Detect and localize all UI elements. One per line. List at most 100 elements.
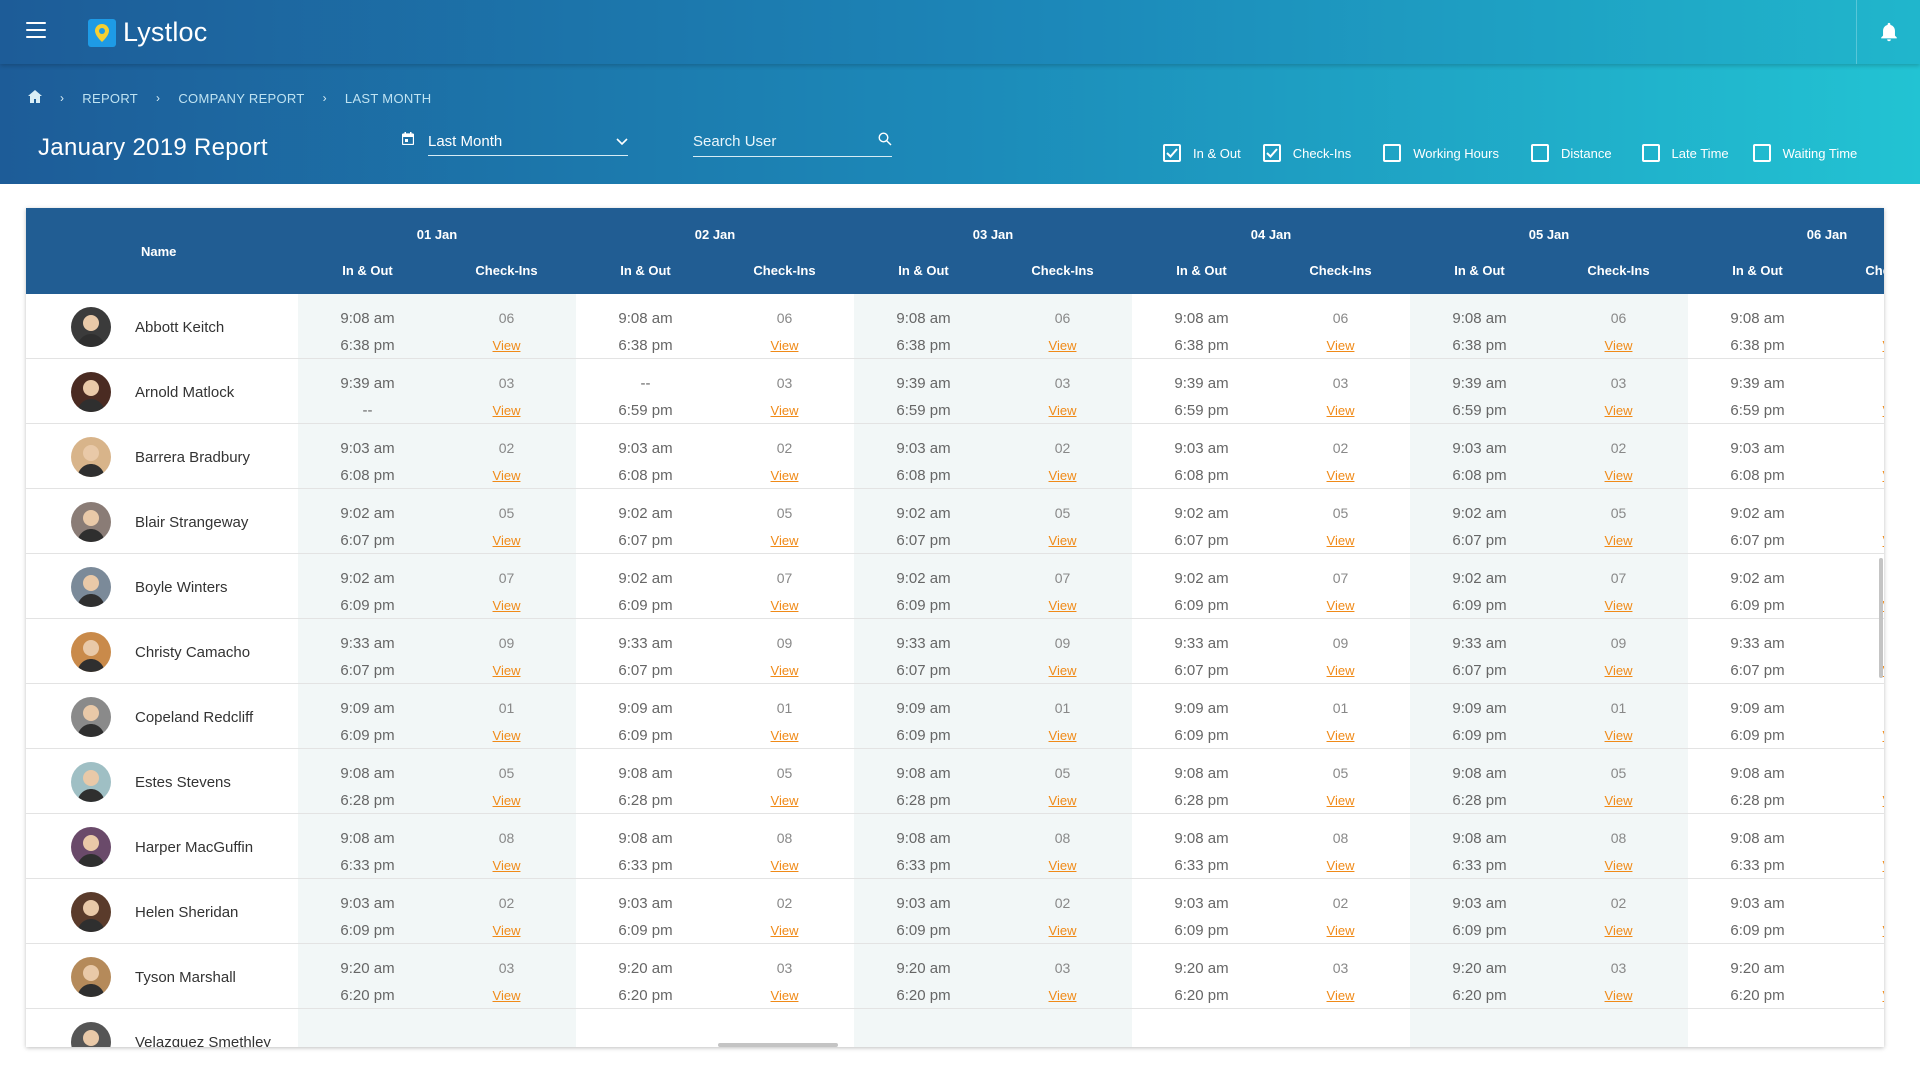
view-link[interactable]: View — [715, 462, 854, 489]
search-input[interactable] — [693, 133, 863, 150]
avatar[interactable] — [71, 827, 111, 867]
horizontal-scrollbar[interactable] — [718, 1043, 838, 1047]
table-row[interactable]: Tyson Marshall 9:20 am 6:20 pm 03 View 9:20 a… — [26, 944, 1884, 1009]
view-link[interactable]: View — [437, 462, 576, 489]
view-link[interactable]: View — [1549, 527, 1688, 554]
view-link[interactable]: View — [1549, 657, 1688, 684]
table-row[interactable]: Estes Stevens 9:08 am 6:28 pm 05 View 9:08 am… — [26, 749, 1884, 814]
view-link[interactable]: View — [993, 982, 1132, 1009]
view-link[interactable]: View — [437, 332, 576, 359]
checkbox-unchecked-icon[interactable] — [1641, 144, 1660, 162]
view-link[interactable]: View — [1827, 722, 1884, 749]
view-link[interactable]: View — [1271, 982, 1410, 1009]
user-name[interactable]: Abbott Keitch — [135, 319, 224, 336]
user-name[interactable]: Arnold Matlock — [135, 384, 234, 401]
table-row[interactable]: Copeland Redcliff 9:09 am 6:09 pm 01 View 9:0… — [26, 684, 1884, 749]
avatar[interactable] — [71, 1022, 111, 1047]
view-link[interactable]: View — [437, 787, 576, 814]
view-link[interactable]: View — [1827, 852, 1884, 879]
table-row[interactable]: Abbott Keitch 9:08 am 6:38 pm 06 View 9:08 am… — [26, 294, 1884, 359]
view-link[interactable]: View — [437, 397, 576, 424]
checkbox-checked-icon[interactable] — [1262, 144, 1281, 162]
view-link[interactable]: View — [715, 397, 854, 424]
view-link[interactable]: View — [715, 592, 854, 619]
breadcrumb-report[interactable]: REPORT — [82, 91, 138, 106]
view-link[interactable]: View — [1549, 852, 1688, 879]
table-row[interactable]: Helen Sheridan 9:03 am 6:09 pm 02 View 9:03 a… — [26, 879, 1884, 944]
user-name[interactable]: Estes Stevens — [135, 774, 231, 791]
user-name[interactable]: Blair Strangeway — [135, 514, 248, 531]
menu-icon[interactable] — [26, 22, 46, 38]
view-link[interactable]: View — [1271, 592, 1410, 619]
breadcrumb-company-report[interactable]: COMPANY REPORT — [178, 91, 304, 106]
table-row[interactable]: Boyle Winters 9:02 am 6:09 pm 07 View 9:02 am… — [26, 554, 1884, 619]
view-link[interactable]: View — [1271, 462, 1410, 489]
view-link[interactable]: View — [1549, 787, 1688, 814]
user-name[interactable]: Christy Camacho — [135, 644, 250, 661]
view-link[interactable]: View — [1549, 722, 1688, 749]
checkbox-unchecked-icon[interactable] — [1530, 144, 1549, 162]
view-link[interactable]: View — [715, 657, 854, 684]
avatar[interactable] — [71, 372, 111, 412]
view-link[interactable]: View — [437, 852, 576, 879]
filter-check-ins[interactable]: Check-Ins — [1262, 144, 1351, 162]
name-column-header[interactable]: Name — [141, 244, 176, 259]
view-link[interactable]: View — [1549, 332, 1688, 359]
view-link[interactable]: View — [1271, 332, 1410, 359]
view-link[interactable]: View — [1271, 722, 1410, 749]
avatar[interactable] — [71, 632, 111, 672]
checkbox-checked-icon[interactable] — [1163, 144, 1181, 162]
view-link[interactable]: View — [993, 787, 1132, 814]
view-link[interactable]: View — [1827, 657, 1884, 684]
view-link[interactable]: View — [437, 722, 576, 749]
view-link[interactable]: View — [715, 982, 854, 1009]
checkbox-unchecked-icon[interactable] — [1752, 144, 1771, 162]
view-link[interactable]: View — [437, 657, 576, 684]
table-row[interactable]: Arnold Matlock 9:39 am -- 03 View -- 6:59 pm 03… — [26, 359, 1884, 424]
view-link[interactable]: View — [993, 852, 1132, 879]
checkbox-unchecked-icon[interactable] — [1383, 144, 1402, 162]
view-link[interactable]: View — [993, 397, 1132, 424]
view-link[interactable]: View — [1827, 462, 1884, 489]
filter-working-hours[interactable]: Working Hours — [1383, 144, 1499, 162]
view-link[interactable]: View — [1271, 397, 1410, 424]
view-link[interactable]: View — [993, 332, 1132, 359]
avatar[interactable] — [71, 892, 111, 932]
home-icon[interactable] — [28, 90, 42, 106]
view-link[interactable]: View — [993, 592, 1132, 619]
view-link[interactable]: View — [1549, 462, 1688, 489]
table-row[interactable]: Velazquez Smethley — [26, 1009, 1884, 1047]
filter-distance[interactable]: Distance — [1530, 144, 1612, 162]
view-link[interactable]: View — [1549, 592, 1688, 619]
view-link[interactable]: View — [1549, 982, 1688, 1009]
user-name[interactable]: Harper MacGuffin — [135, 839, 253, 856]
view-link[interactable]: View — [1271, 917, 1410, 944]
view-link[interactable]: View — [993, 657, 1132, 684]
view-link[interactable]: View — [715, 852, 854, 879]
view-link[interactable]: View — [993, 462, 1132, 489]
view-link[interactable]: View — [1827, 397, 1884, 424]
user-name[interactable]: Velazquez Smethley — [135, 1034, 271, 1047]
view-link[interactable]: View — [1271, 527, 1410, 554]
avatar[interactable] — [71, 567, 111, 607]
avatar[interactable] — [71, 957, 111, 997]
filter-in-out[interactable]: In & Out — [1163, 144, 1241, 162]
view-link[interactable]: View — [437, 527, 576, 554]
view-link[interactable]: View — [1827, 332, 1884, 359]
avatar[interactable] — [71, 762, 111, 802]
view-link[interactable]: View — [993, 527, 1132, 554]
avatar[interactable] — [71, 437, 111, 477]
view-link[interactable]: View — [1549, 917, 1688, 944]
view-link[interactable]: View — [1827, 592, 1884, 619]
view-link[interactable]: View — [993, 917, 1132, 944]
filter-late-time[interactable]: Late Time — [1641, 144, 1729, 162]
table-row[interactable]: Harper MacGuffin 9:08 am 6:33 pm 08 View 9:08… — [26, 814, 1884, 879]
view-link[interactable]: View — [1827, 917, 1884, 944]
search-icon[interactable] — [878, 132, 892, 151]
avatar[interactable] — [71, 502, 111, 542]
table-row[interactable]: Christy Camacho 9:33 am 6:07 pm 09 View 9:33 … — [26, 619, 1884, 684]
period-dropdown[interactable]: Last Month — [428, 133, 628, 156]
view-link[interactable]: View — [437, 982, 576, 1009]
view-link[interactable]: View — [715, 787, 854, 814]
view-link[interactable]: View — [1549, 397, 1688, 424]
